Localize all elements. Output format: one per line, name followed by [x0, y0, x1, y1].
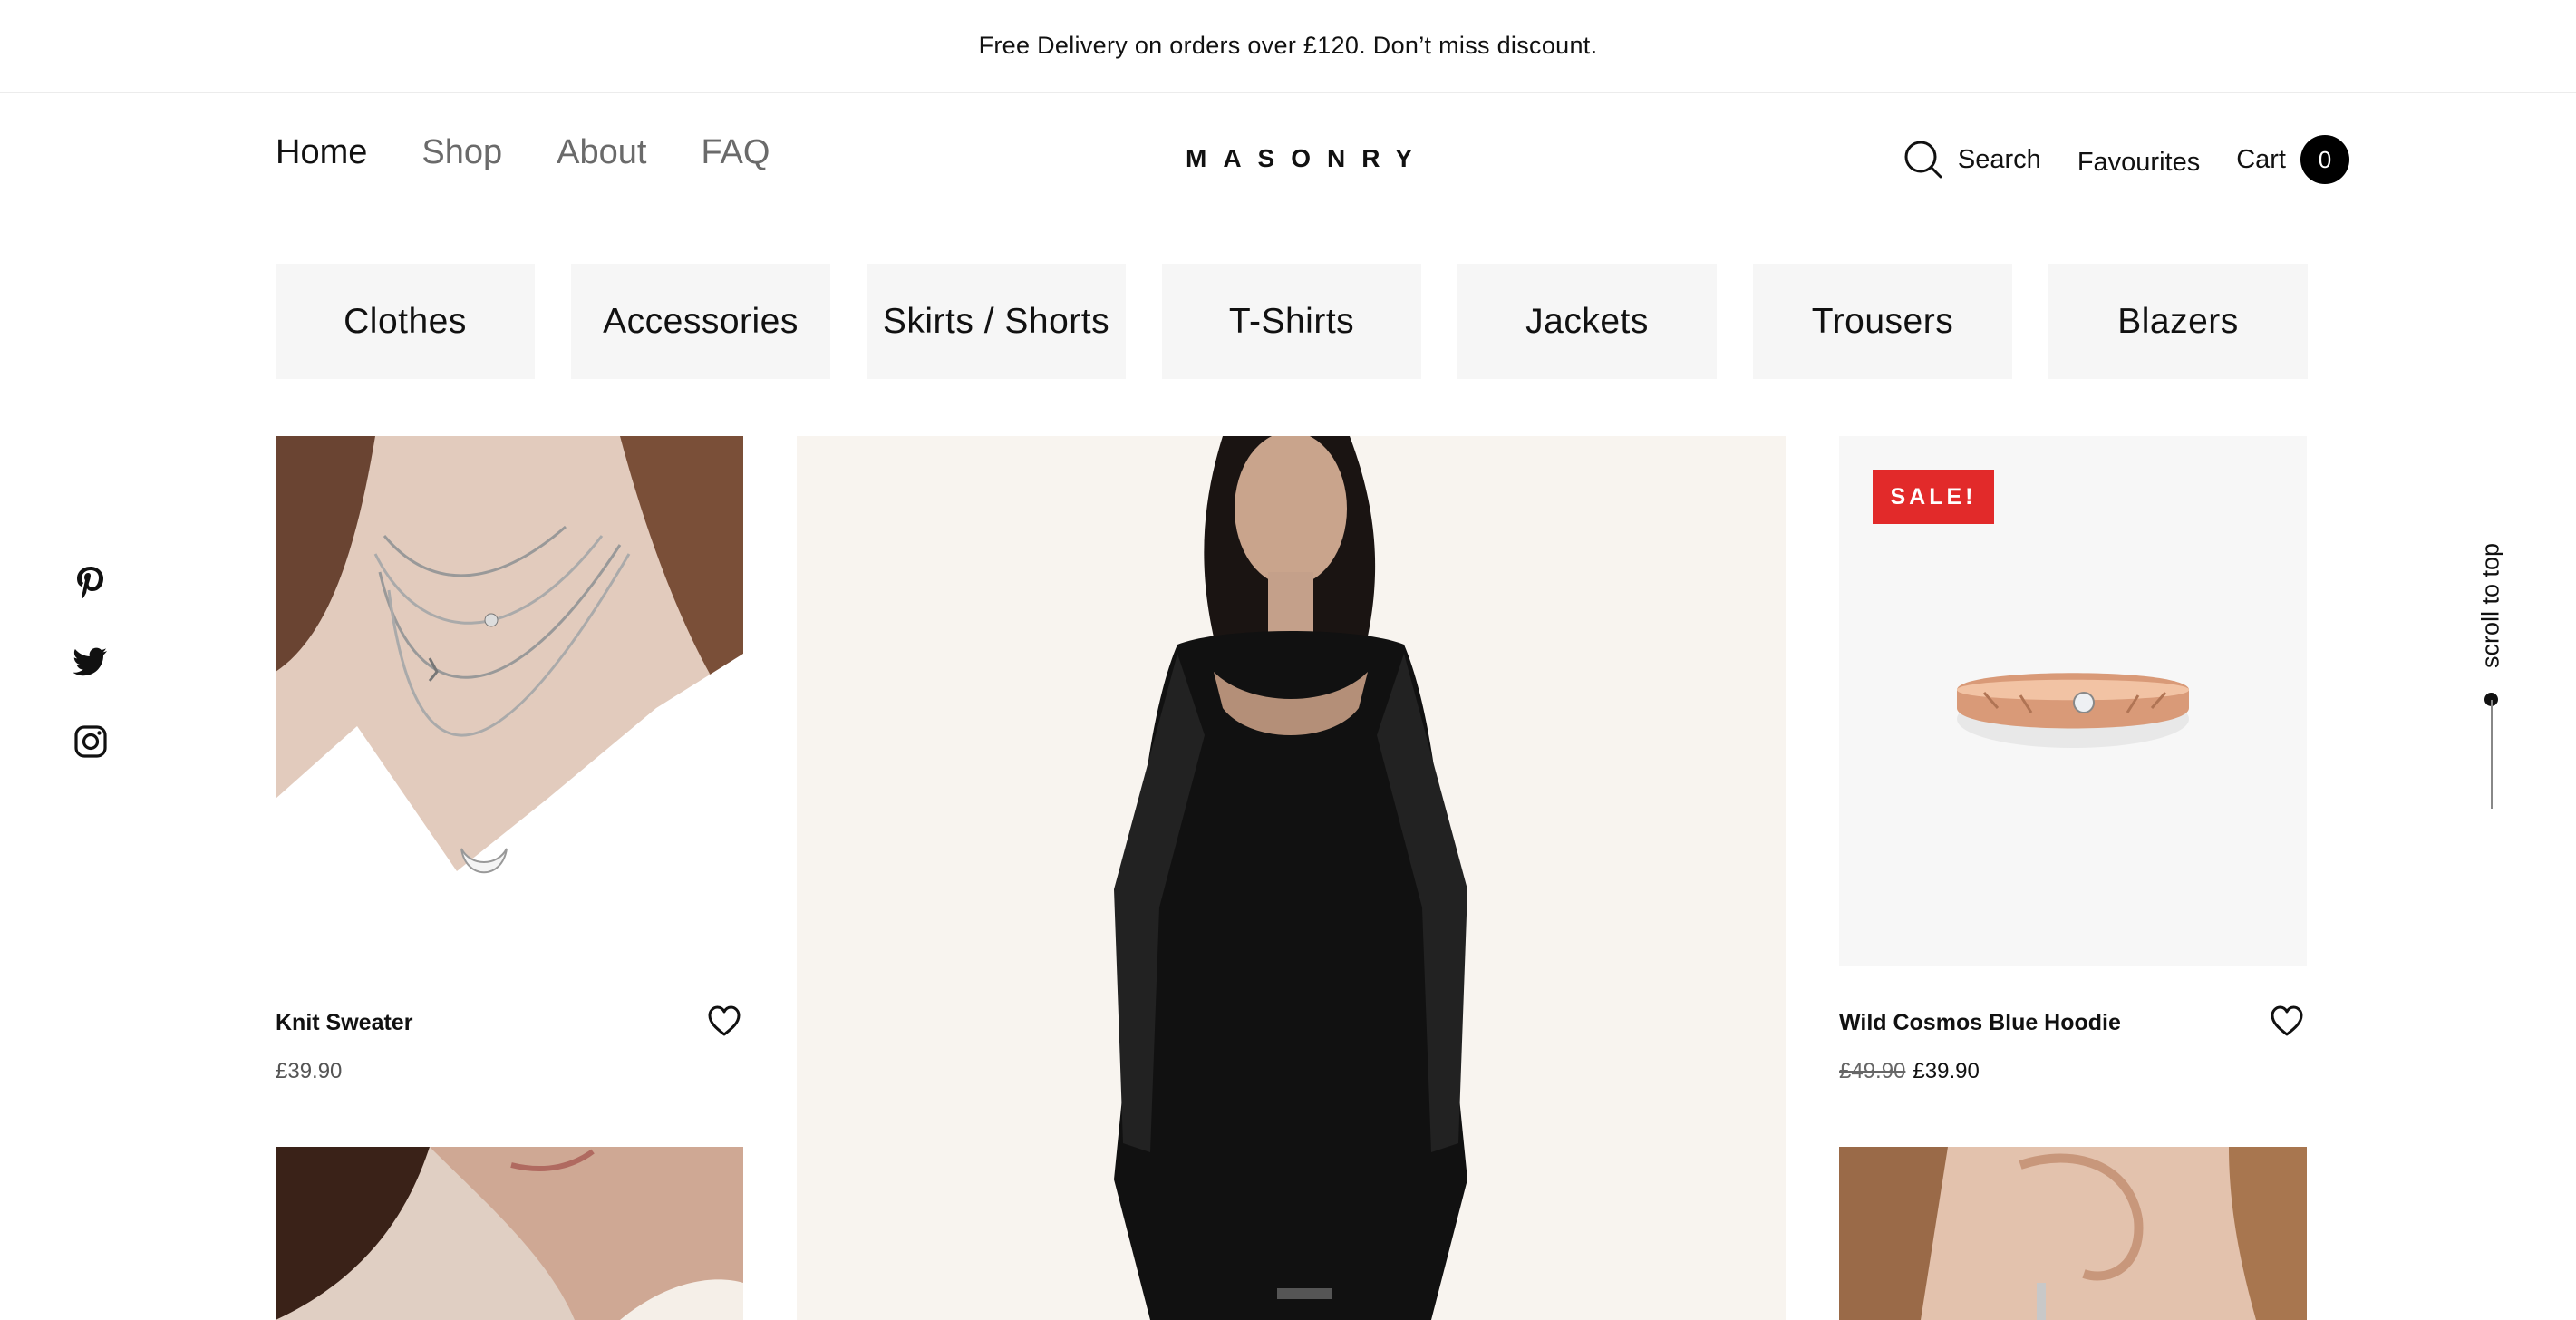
nav-item-home[interactable]: Home [276, 135, 367, 170]
product-price: £39.90 [276, 1059, 342, 1084]
product-image-knit-sweater[interactable] [276, 436, 743, 966]
twitter-icon[interactable] [73, 644, 109, 680]
nav-item-faq[interactable]: FAQ [701, 135, 770, 170]
scroll-indicator-line [2491, 700, 2493, 809]
product-image-dress[interactable] [797, 436, 1786, 1320]
product-image[interactable] [1839, 1147, 2307, 1320]
header-actions: Search Favourites Cart 0 [1903, 135, 2349, 184]
search-button[interactable]: Search [1903, 140, 2041, 180]
nav-item-shop[interactable]: Shop [421, 135, 502, 170]
instagram-icon[interactable] [73, 723, 109, 760]
category-clothes[interactable]: Clothes [276, 264, 535, 379]
cart-label: Cart [2236, 144, 2286, 174]
heart-icon[interactable] [707, 1005, 741, 1037]
product-name[interactable]: Knit Sweater [276, 1010, 412, 1036]
main-nav: Home Shop About FAQ [276, 135, 770, 170]
category-list: Clothes Accessories Skirts / Shorts T-Sh… [276, 264, 2308, 379]
pinterest-icon[interactable] [73, 564, 109, 600]
social-links [73, 564, 109, 760]
site-header: Home Shop About FAQ MASONRY Search Favou… [0, 93, 2576, 226]
heart-icon[interactable] [2270, 1005, 2304, 1037]
cart-count-badge: 0 [2300, 135, 2349, 184]
sale-badge: SALE! [1873, 470, 1994, 524]
product-price-value: £39.90 [1913, 1059, 1980, 1083]
search-icon [1903, 140, 1943, 180]
cart-button[interactable]: Cart 0 [2236, 135, 2349, 184]
favourites-link[interactable]: Favourites [2077, 148, 2200, 178]
product-name[interactable]: Wild Cosmos Blue Hoodie [1839, 1010, 2121, 1036]
search-label: Search [1957, 144, 2041, 174]
nav-item-about[interactable]: About [557, 135, 646, 170]
product-image[interactable] [276, 1147, 743, 1320]
product-price-value: £39.90 [276, 1059, 343, 1083]
announcement-text: Free Delivery on orders over £120. Don’t… [978, 32, 1598, 59]
category-t-shirts[interactable]: T-Shirts [1162, 264, 1421, 379]
product-old-price: £49.90 [1839, 1059, 1906, 1083]
site-logo[interactable]: MASONRY [1186, 146, 1428, 171]
category-accessories[interactable]: Accessories [571, 264, 830, 379]
category-skirts-shorts[interactable]: Skirts / Shorts [867, 264, 1126, 379]
category-trousers[interactable]: Trousers [1753, 264, 2012, 379]
announcement-bar: Free Delivery on orders over £120. Don’t… [0, 0, 2576, 93]
favourites-label: Favourites [2077, 147, 2201, 177]
product-price: £49.90 £39.90 [1839, 1059, 1980, 1084]
category-blazers[interactable]: Blazers [2048, 264, 2308, 379]
scroll-to-top-label: scroll to top [2476, 542, 2504, 669]
category-jackets[interactable]: Jackets [1457, 264, 1717, 379]
